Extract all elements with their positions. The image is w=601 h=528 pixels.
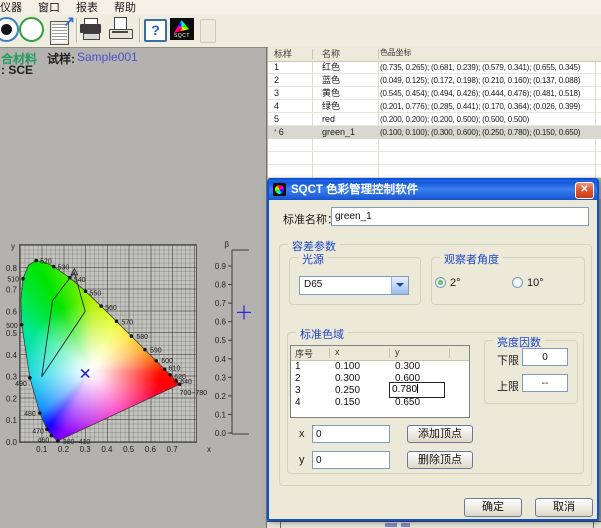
measure-target-icon[interactable] — [0, 17, 19, 42]
standard-name-label: 标准名称： — [283, 211, 338, 227]
beta-axis-title: β — [224, 240, 229, 249]
y-coord-label: y — [299, 454, 305, 466]
lower-limit-input[interactable] — [522, 348, 568, 366]
edit-marker: * — [274, 129, 277, 136]
beta-tick-label: 0.1 — [215, 410, 227, 419]
disabled-toolbar-button — [200, 19, 216, 43]
y-tick-label: 0.2 — [6, 394, 18, 403]
y-tick-label: 0.4 — [6, 351, 18, 360]
x-tick-label: 0.6 — [145, 445, 157, 454]
toolbar-separator — [76, 18, 78, 43]
light-source-group-label: 光源 — [298, 251, 328, 267]
wavelength-label: 500 — [6, 323, 18, 330]
table-row-selected[interactable]: *6 green_1 (0.100, 0.100); (0.300, 0.600… — [268, 126, 601, 139]
app-window: 仪器 窗口 报表 帮助 ↗ ? SQCT 合材料 试样: Sample001 :… — [0, 0, 601, 528]
menu-item-instrument[interactable]: 仪器 — [0, 0, 30, 15]
beta-tick-label: 0.6 — [215, 318, 227, 327]
beta-tick-label: 0.4 — [215, 355, 227, 364]
y-tick-label: 0.7 — [6, 286, 18, 295]
beta-tick-label: 0.9 — [215, 262, 227, 271]
toolbar-separator — [139, 18, 141, 43]
menu-item-help[interactable]: 帮助 — [106, 0, 144, 15]
table-row[interactable]: 2 蓝色 (0.049, 0.125); (0.172, 0.198); (0.… — [268, 74, 601, 87]
x-coord-input[interactable] — [312, 425, 390, 443]
x-tick-label: 0.3 — [80, 445, 92, 454]
upper-limit-input[interactable] — [522, 374, 568, 392]
report-icon[interactable]: ↗ — [48, 17, 72, 43]
toolbar: ↗ ? SQCT — [0, 14, 601, 48]
col-header-coords[interactable]: 色品坐标 — [380, 47, 598, 58]
x-tick-label: 0.5 — [123, 445, 135, 454]
standards-table-header: 标样 名称 色品坐标 — [268, 47, 601, 62]
text-caret — [417, 384, 418, 393]
chevron-down-icon[interactable] — [391, 277, 408, 294]
x-coord-label: x — [299, 428, 305, 440]
y-tick-label: 0.6 — [6, 307, 18, 316]
x-tick-label: 0.1 — [36, 445, 48, 454]
delete-vertex-button[interactable]: 删除顶点 — [407, 451, 473, 469]
vertex-y-editbox[interactable]: 0.780 — [389, 382, 445, 398]
calibrate-circle-icon[interactable] — [19, 17, 44, 42]
arrow-up-right-icon: ↗ — [63, 13, 75, 30]
dialog-title: SQCT 色彩管理控制软件 — [291, 180, 597, 200]
cancel-button[interactable]: 取消 — [535, 498, 593, 517]
wavelength-label: 510 — [7, 277, 19, 284]
y-tick-label: 0.8 — [6, 264, 18, 273]
sqct-dialog: SQCT 色彩管理控制软件 ✕ 标准名称： 容差参数 光源 D65 观察者角度 … — [267, 178, 599, 521]
beta-axis — [232, 250, 249, 434]
upper-limit-label: 上限 — [497, 378, 519, 394]
y-axis-title: y — [11, 242, 15, 251]
y-tick-label: 0.5 — [6, 329, 18, 338]
observer-2deg-radio[interactable] — [435, 277, 446, 288]
x-tick-label: 0.2 — [58, 445, 70, 454]
standards-table: 标样 名称 色品坐标 1 红色 (0.735, 0.265); (0.681, … — [268, 47, 601, 178]
x-tick-label: 0.7 — [167, 445, 179, 454]
bottom-table-sliver — [267, 521, 601, 528]
sample-label: 试样: — [47, 50, 75, 67]
col-header-name[interactable]: 名称 — [322, 47, 376, 60]
table-row[interactable]: 5 red (0.200, 0.200); (0.200, 0.500); (0… — [268, 113, 601, 126]
close-icon[interactable]: ✕ — [575, 182, 594, 199]
table-row[interactable]: 1 红色 (0.735, 0.265); (0.681, 0.239); (0.… — [268, 61, 601, 74]
table-row[interactable]: 3 黄色 (0.545, 0.454); (0.494, 0.426); (0.… — [268, 87, 601, 100]
lower-limit-label: 下限 — [497, 352, 519, 368]
export-icon[interactable] — [109, 17, 131, 41]
dialog-app-icon — [273, 183, 286, 196]
observer-10deg-radio[interactable] — [512, 277, 523, 288]
observer-2deg-label[interactable]: 2° — [450, 277, 461, 289]
add-vertex-button[interactable]: 添加顶点 — [407, 425, 473, 443]
vertex-table-header: 序号 x y — [291, 346, 469, 361]
observer-10deg-label[interactable]: 10° — [527, 277, 544, 289]
mode-label: : SCE — [1, 63, 33, 77]
gamut-group-label: 标准色域 — [296, 326, 348, 342]
beta-tick-label: 0.7 — [215, 299, 227, 308]
sqct-logo-icon[interactable]: SQCT — [170, 18, 194, 40]
beta-tick-label: 0.3 — [215, 373, 227, 382]
beta-tick-label: 0.5 — [215, 336, 227, 345]
x-axis-title: x — [207, 445, 211, 454]
vertex-row[interactable]: 1 0.100 0.300 — [291, 361, 469, 373]
table-row[interactable]: 4 绿色 (0.201, 0.776); (0.285, 0.441); (0.… — [268, 100, 601, 113]
y-tick-label: 0.0 — [6, 438, 18, 447]
light-source-select[interactable]: D65 — [299, 276, 409, 295]
y-tick-label: 0.3 — [6, 373, 18, 382]
print-icon[interactable] — [80, 17, 102, 41]
sample-name: Sample001 — [77, 50, 138, 64]
chromaticity-blob-icon — [174, 20, 189, 33]
beta-tick-label: 0.8 — [215, 281, 227, 290]
vertex-row[interactable]: 4 0.150 0.650 — [291, 397, 469, 409]
help-icon[interactable]: ? — [144, 19, 167, 42]
y-coord-input[interactable] — [312, 451, 390, 469]
standard-name-input[interactable] — [331, 207, 589, 226]
y-tick-label: 0.1 — [6, 416, 18, 425]
ok-button[interactable]: 确定 — [464, 498, 522, 517]
col-header-standard[interactable]: 标样 — [274, 47, 310, 60]
observer-angle-group-label: 观察者角度 — [440, 251, 503, 267]
dialog-title-bar[interactable]: SQCT 色彩管理控制软件 ✕ — [269, 180, 597, 200]
beta-tick-label: 0.0 — [215, 429, 227, 438]
menu-bar: 仪器 窗口 报表 帮助 — [0, 0, 601, 14]
x-tick-label: 0.4 — [101, 445, 113, 454]
beta-tick-label: 0.2 — [215, 392, 227, 401]
beta-cursor — [237, 305, 251, 319]
